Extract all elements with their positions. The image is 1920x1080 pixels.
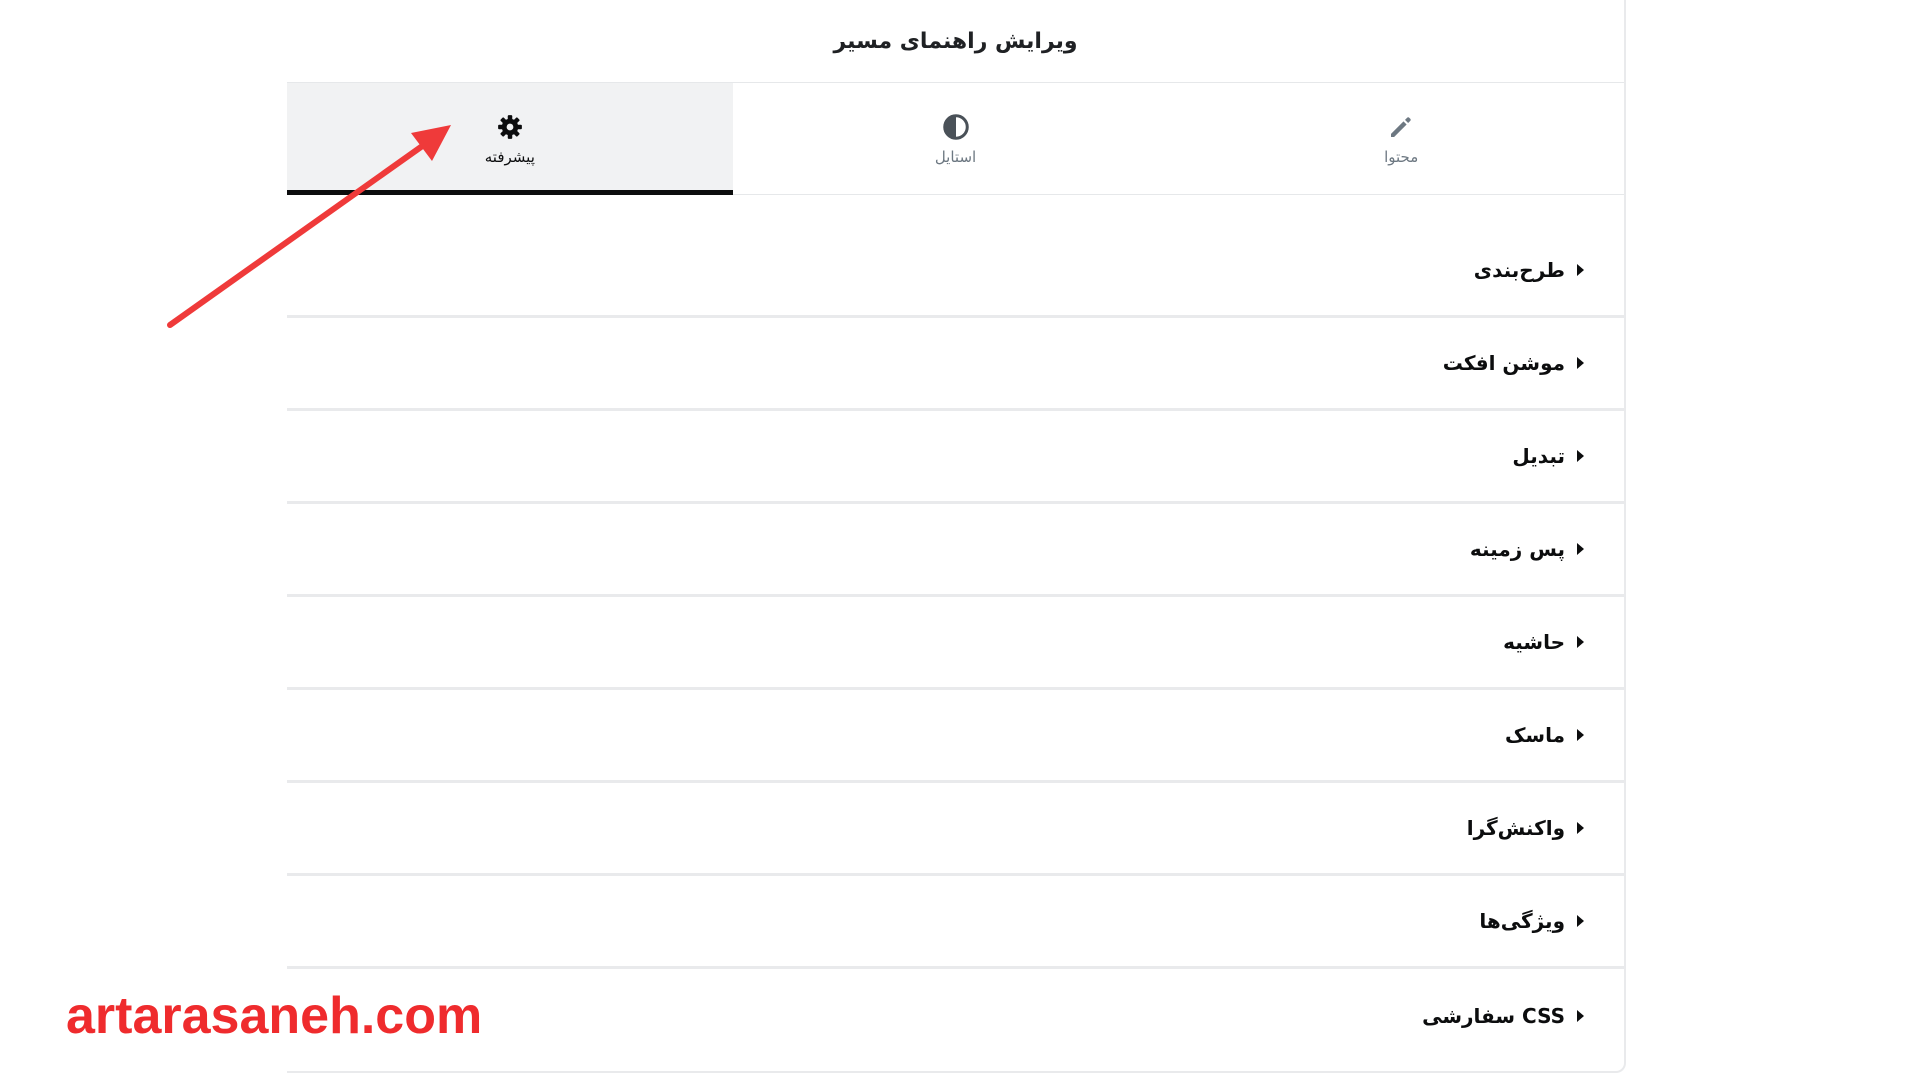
caret-left-icon <box>1577 729 1584 741</box>
caret-left-icon <box>1577 915 1584 927</box>
section-label: ماسک <box>1504 723 1565 747</box>
section-mask[interactable]: ماسک <box>287 690 1624 783</box>
tab-advanced[interactable]: پیشرفته <box>286 83 733 195</box>
half-circle-icon <box>942 113 969 140</box>
editor-panel: ویرایش راهنمای مسیر محتوا استایل پیشرفته… <box>286 0 1626 1073</box>
caret-left-icon <box>1577 543 1584 555</box>
section-label: تبدیل <box>1512 444 1565 468</box>
section-label: طرح‌بندی <box>1473 258 1565 282</box>
section-label: CSS سفارشی <box>1422 1003 1565 1028</box>
tab-label: پیشرفته <box>484 147 535 166</box>
section-background[interactable]: پس زمینه <box>287 504 1624 597</box>
section-label: حاشیه <box>1503 630 1565 654</box>
section-list: طرح‌بندی موشن افکت تبدیل پس زمینه حاشیه … <box>287 195 1624 1062</box>
watermark: artarasaneh.com <box>66 987 483 1045</box>
section-responsive[interactable]: واکنش‌گرا <box>287 783 1624 876</box>
caret-left-icon <box>1577 1009 1584 1022</box>
tab-bar: محتوا استایل پیشرفته <box>286 83 1624 195</box>
section-label: واکنش‌گرا <box>1466 816 1565 840</box>
caret-left-icon <box>1577 822 1584 834</box>
caret-left-icon <box>1577 450 1584 462</box>
tab-content[interactable]: محتوا <box>1178 83 1624 194</box>
section-label: پس زمینه <box>1469 537 1565 561</box>
tab-style[interactable]: استایل <box>733 83 1179 194</box>
section-motion-effects[interactable]: موشن افکت <box>287 318 1624 411</box>
panel-header: ویرایش راهنمای مسیر <box>287 0 1624 83</box>
caret-left-icon <box>1577 264 1584 276</box>
section-attributes[interactable]: ویژگی‌ها <box>287 876 1624 969</box>
caret-left-icon <box>1577 636 1584 648</box>
caret-left-icon <box>1577 357 1584 369</box>
tab-label: استایل <box>934 147 977 166</box>
tab-label: محتوا <box>1384 147 1419 166</box>
section-border[interactable]: حاشیه <box>287 597 1624 690</box>
panel-title: ویرایش راهنمای مسیر <box>833 28 1078 54</box>
section-transform[interactable]: تبدیل <box>287 411 1624 504</box>
section-label: موشن افکت <box>1442 351 1565 375</box>
gear-icon <box>497 114 522 139</box>
section-label: ویژگی‌ها <box>1479 909 1565 933</box>
section-custom-css[interactable]: CSS سفارشی <box>287 969 1624 1062</box>
pencil-icon <box>1391 116 1411 137</box>
section-layout[interactable]: طرح‌بندی <box>287 225 1624 318</box>
